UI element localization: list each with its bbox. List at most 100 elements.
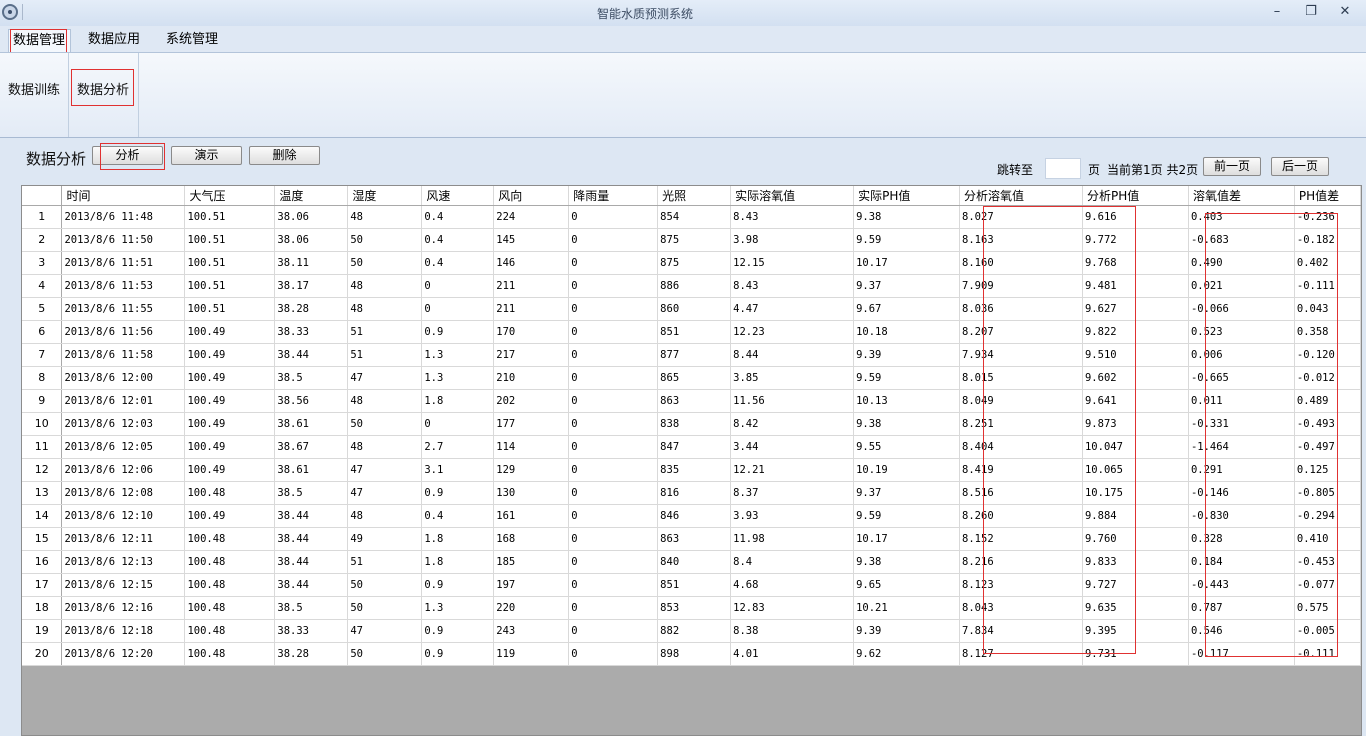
table-cell[interactable]: 100.51: [184, 228, 276, 252]
table-cell[interactable]: 38.44: [274, 343, 349, 367]
table-cell[interactable]: 38.11: [274, 251, 349, 275]
table-cell[interactable]: 8.163: [959, 228, 1083, 252]
table-cell[interactable]: 130: [493, 481, 570, 505]
table-cell[interactable]: 9.641: [1082, 389, 1189, 413]
ribbon-item-data-analysis[interactable]: 数据分析: [77, 79, 129, 98]
table-cell[interactable]: -0.453: [1294, 550, 1362, 574]
table-cell[interactable]: 0.328: [1188, 527, 1295, 551]
table-cell[interactable]: 48: [347, 297, 423, 321]
column-header[interactable]: 湿度: [347, 186, 423, 206]
table-cell[interactable]: 100.51: [184, 251, 276, 275]
table-cell[interactable]: 0: [421, 412, 495, 436]
table-cell[interactable]: 51: [347, 320, 423, 344]
table-cell[interactable]: 0: [568, 343, 659, 367]
table-cell[interactable]: 38.44: [274, 573, 349, 597]
table-cell[interactable]: 9.38: [853, 550, 961, 574]
table-cell[interactable]: 2013/8/6 12:15: [61, 573, 186, 597]
row-number-cell[interactable]: 10: [22, 412, 63, 436]
table-cell[interactable]: 100.48: [184, 527, 276, 551]
table-row[interactable]: 9 2013/8/6 12:01 100.49 38.56 48 1.8 202 0 863 11…: [22, 389, 1362, 413]
analyze-button[interactable]: 分析: [92, 146, 163, 165]
table-cell[interactable]: 129: [493, 458, 570, 482]
table-cell[interactable]: 2013/8/6 11:53: [61, 274, 186, 298]
table-row[interactable]: 13 2013/8/6 12:08 100.48 38.5 47 0.9 130 0 816 8.…: [22, 481, 1362, 505]
table-cell[interactable]: 0: [568, 297, 659, 321]
table-cell[interactable]: 0.9: [421, 573, 495, 597]
table-cell[interactable]: 2013/8/6 12:13: [61, 550, 186, 574]
table-cell[interactable]: 47: [347, 481, 423, 505]
table-cell[interactable]: 863: [657, 527, 732, 551]
table-cell[interactable]: 0: [568, 504, 659, 528]
table-cell[interactable]: 9.38: [853, 412, 961, 436]
table-cell[interactable]: -0.111: [1294, 642, 1362, 666]
row-number-cell[interactable]: 17: [22, 573, 63, 597]
row-number-cell[interactable]: 11: [22, 435, 63, 459]
table-cell[interactable]: 0: [568, 228, 659, 252]
table-cell[interactable]: 8.036: [959, 297, 1083, 321]
tab-data-management[interactable]: 数据管理: [8, 29, 71, 53]
table-cell[interactable]: 3.85: [730, 366, 855, 390]
table-cell[interactable]: 38.44: [274, 527, 349, 551]
table-cell[interactable]: 0: [568, 481, 659, 505]
table-cell[interactable]: 8.516: [959, 481, 1083, 505]
table-cell[interactable]: 12.15: [730, 251, 855, 275]
table-cell[interactable]: 0: [568, 205, 659, 229]
table-cell[interactable]: 4.68: [730, 573, 855, 597]
table-cell[interactable]: 0.787: [1188, 596, 1295, 620]
table-cell[interactable]: 0: [568, 412, 659, 436]
column-header[interactable]: 光照: [657, 186, 732, 206]
table-cell[interactable]: 50: [347, 251, 423, 275]
table-cell[interactable]: 846: [657, 504, 732, 528]
table-cell[interactable]: 8.015: [959, 366, 1083, 390]
table-cell[interactable]: 9.55: [853, 435, 961, 459]
table-row[interactable]: 2 2013/8/6 11:50 100.51 38.06 50 0.4 145 0 875 3.…: [22, 228, 1362, 252]
table-cell[interactable]: 100.49: [184, 412, 276, 436]
table-cell[interactable]: 9.59: [853, 366, 961, 390]
table-cell[interactable]: 0.523: [1188, 320, 1295, 344]
column-header[interactable]: 大气压: [184, 186, 276, 206]
table-cell[interactable]: 170: [493, 320, 570, 344]
table-cell[interactable]: 8.160: [959, 251, 1083, 275]
table-cell[interactable]: 8.42: [730, 412, 855, 436]
table-cell[interactable]: 38.67: [274, 435, 349, 459]
table-cell[interactable]: 865: [657, 366, 732, 390]
table-row[interactable]: 19 2013/8/6 12:18 100.48 38.33 47 0.9 243 0 882 8…: [22, 619, 1362, 643]
table-cell[interactable]: 210: [493, 366, 570, 390]
table-cell[interactable]: 38.56: [274, 389, 349, 413]
table-cell[interactable]: -1.464: [1188, 435, 1295, 459]
table-cell[interactable]: 38.5: [274, 366, 349, 390]
table-cell[interactable]: 0.546: [1188, 619, 1295, 643]
table-cell[interactable]: 168: [493, 527, 570, 551]
table-cell[interactable]: 9.65: [853, 573, 961, 597]
table-cell[interactable]: 0: [568, 435, 659, 459]
minimize-icon[interactable]: –: [1264, 3, 1290, 21]
tab-data-application[interactable]: 数据应用: [84, 29, 150, 53]
column-header[interactable]: 分析PH值: [1082, 186, 1189, 206]
table-cell[interactable]: 7.934: [959, 343, 1083, 367]
table-cell[interactable]: 38.06: [274, 205, 349, 229]
table-cell[interactable]: 0: [568, 527, 659, 551]
table-cell[interactable]: 243: [493, 619, 570, 643]
table-cell[interactable]: 3.98: [730, 228, 855, 252]
table-cell[interactable]: 100.49: [184, 389, 276, 413]
table-cell[interactable]: 11.56: [730, 389, 855, 413]
table-cell[interactable]: 0.403: [1188, 205, 1295, 229]
table-cell[interactable]: 853: [657, 596, 732, 620]
table-cell[interactable]: 10.17: [853, 527, 961, 551]
table-cell[interactable]: 847: [657, 435, 732, 459]
table-cell[interactable]: 2013/8/6 11:51: [61, 251, 186, 275]
row-number-cell[interactable]: 12: [22, 458, 63, 482]
table-cell[interactable]: -0.117: [1188, 642, 1295, 666]
table-cell[interactable]: 2013/8/6 12:01: [61, 389, 186, 413]
table-cell[interactable]: 161: [493, 504, 570, 528]
table-cell[interactable]: 47: [347, 458, 423, 482]
row-number-cell[interactable]: 3: [22, 251, 63, 275]
table-row[interactable]: 10 2013/8/6 12:03 100.49 38.61 50 0 177 0 838 8.4…: [22, 412, 1362, 436]
demo-button[interactable]: 演示: [171, 146, 242, 165]
table-cell[interactable]: 100.48: [184, 596, 276, 620]
column-header[interactable]: 降雨量: [568, 186, 659, 206]
table-cell[interactable]: 2013/8/6 11:48: [61, 205, 186, 229]
table-cell[interactable]: 9.635: [1082, 596, 1189, 620]
table-cell[interactable]: 0: [568, 366, 659, 390]
table-cell[interactable]: 0.4: [421, 228, 495, 252]
